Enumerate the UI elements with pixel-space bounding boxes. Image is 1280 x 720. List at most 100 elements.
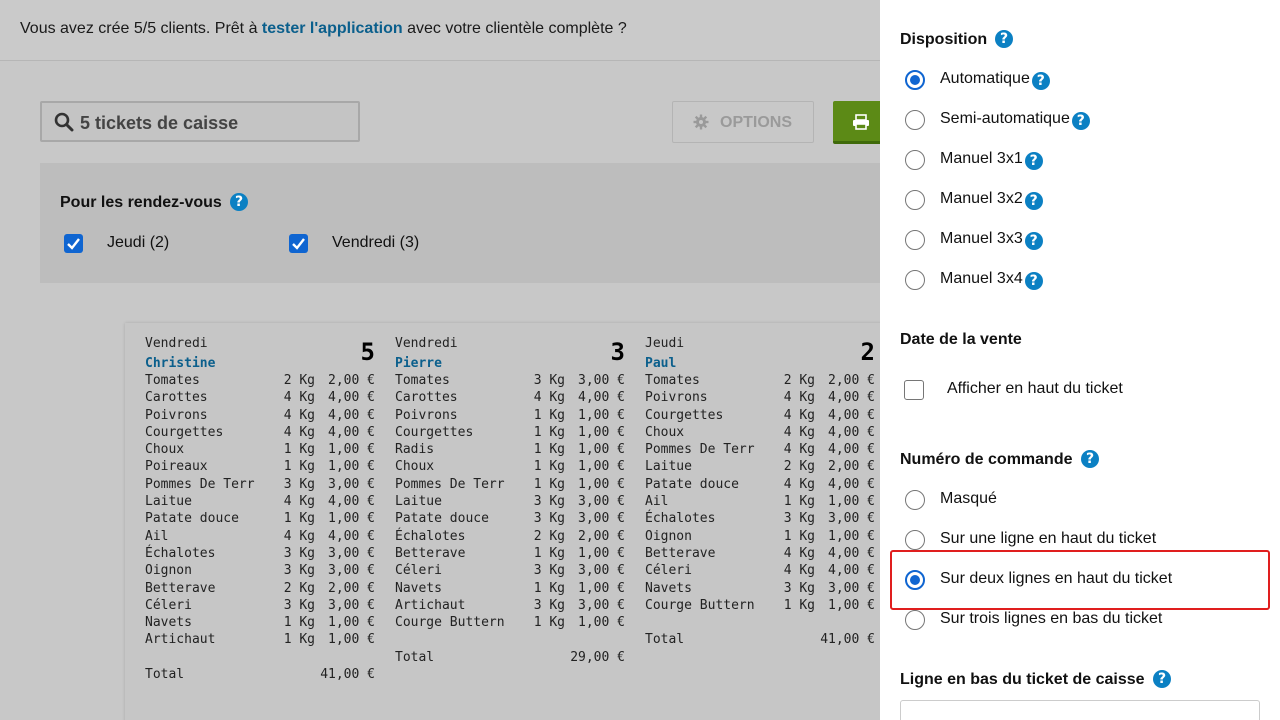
product-quantity: 4 Kg	[783, 424, 815, 440]
product-price: 1,00 €	[578, 545, 625, 561]
product-quantity: 3 Kg	[783, 511, 815, 527]
product-price: 3,00 €	[328, 545, 375, 561]
radio-disposition[interactable]	[905, 190, 925, 210]
radio-disposition[interactable]	[905, 270, 925, 290]
total-label: Total	[645, 632, 685, 648]
selection-highlight	[890, 550, 1270, 610]
test-app-link[interactable]: tester l'application	[262, 20, 403, 37]
product-quantity: 2 Kg	[783, 373, 815, 388]
radio-disposition[interactable]	[905, 150, 925, 170]
search-box[interactable]: 5 tickets de caisse	[40, 101, 360, 142]
product-price: 2,00 €	[328, 373, 375, 388]
help-icon[interactable]: ?	[1071, 112, 1090, 130]
product-price: 1,00 €	[328, 442, 375, 458]
product-price: 4,00 €	[828, 545, 875, 561]
product-quantity: 4 Kg	[283, 390, 315, 406]
product-name: Artichaut	[145, 632, 216, 648]
product-price: 2,00 €	[578, 528, 625, 544]
show-date-checkbox[interactable]	[904, 380, 924, 400]
radio-order-number[interactable]	[905, 530, 925, 550]
ticket-row: Pommes De Terr 1 Kg 1,00 €	[395, 477, 625, 494]
product-quantity: 3 Kg	[283, 476, 315, 492]
radio-disposition[interactable]	[905, 70, 925, 90]
ticket-row: Poivrons 4 Kg 4,00 €	[645, 390, 875, 407]
bottom-line-input[interactable]	[900, 700, 1260, 720]
product-price: 4,00 €	[828, 442, 875, 458]
product-price: 4,00 €	[328, 494, 375, 510]
product-name: Courge Buttern	[395, 615, 505, 631]
help-icon[interactable]: ?	[1153, 670, 1171, 688]
product-quantity: 1 Kg	[533, 459, 565, 475]
product-name: Tomates	[145, 373, 200, 388]
product-quantity: 1 Kg	[783, 494, 815, 510]
product-name: Céleri	[645, 563, 692, 579]
help-icon[interactable]: ?	[1031, 72, 1050, 90]
radio-label: Sur une ligne en haut du ticket	[940, 530, 1157, 547]
product-name: Pommes De Terr	[395, 476, 505, 492]
option-text: Manuel 3x4	[940, 270, 1023, 287]
product-name: Poivrons	[645, 390, 708, 406]
help-icon[interactable]: ?	[230, 193, 248, 211]
product-quantity: 4 Kg	[533, 390, 565, 406]
product-name: Navets	[145, 615, 192, 631]
product-price: 1,00 €	[828, 597, 875, 613]
product-name: Pommes De Terr	[645, 442, 755, 458]
ticket-row: Courgettes 4 Kg 4,00 €	[645, 408, 875, 425]
checkbox-vendredi[interactable]	[289, 234, 308, 253]
help-icon[interactable]: ?	[1024, 192, 1043, 210]
ticket-row: Patate douce 3 Kg 3,00 €	[395, 511, 625, 528]
product-price: 4,00 €	[828, 476, 875, 492]
product-quantity: 1 Kg	[533, 580, 565, 596]
radio-disposition[interactable]	[905, 110, 925, 130]
options-button[interactable]: OPTIONS	[672, 101, 814, 143]
radio-label: Manuel 3x4?	[940, 270, 1043, 290]
ticket-client-name: Christine	[145, 356, 216, 371]
product-name: Poivrons	[145, 407, 208, 423]
option-text: Manuel 3x1	[940, 150, 1023, 167]
product-quantity: 4 Kg	[783, 407, 815, 423]
option-text: Manuel 3x3	[940, 230, 1023, 247]
banner-text-before: Vous avez crée 5/5 clients. Prêt à	[20, 20, 262, 37]
help-icon[interactable]: ?	[995, 30, 1013, 48]
product-name: Carottes	[395, 390, 458, 406]
product-name: Échalotes	[645, 511, 716, 527]
product-quantity: 3 Kg	[533, 494, 565, 510]
product-name: Navets	[645, 580, 692, 596]
bottom-line-title: Ligne en bas du ticket de caisse	[900, 671, 1145, 688]
banner-text-after: avec votre clientèle complète ?	[402, 20, 627, 37]
help-icon[interactable]: ?	[1024, 272, 1043, 290]
ticket-number: 2	[860, 338, 875, 366]
options-sidebar: Disposition ? Automatique? Semi-automatiq…	[880, 0, 1280, 720]
ticket-client-name: Paul	[645, 356, 677, 371]
product-quantity: 1 Kg	[533, 476, 565, 492]
ticket-row: Choux 4 Kg 4,00 €	[645, 425, 875, 442]
radio-order-number[interactable]	[905, 610, 925, 630]
product-price: 4,00 €	[578, 390, 625, 406]
help-icon[interactable]: ?	[1081, 450, 1099, 468]
ticket-client-name: Pierre	[395, 356, 442, 371]
ticket-total-row: Total 29,00 €	[395, 650, 625, 667]
product-price: 3,00 €	[578, 494, 625, 510]
help-icon[interactable]: ?	[1024, 152, 1043, 170]
total-value: 41,00 €	[820, 632, 875, 648]
product-quantity: 2 Kg	[283, 373, 315, 388]
show-date-label: Afficher en haut du ticket	[947, 380, 1123, 397]
ticket-row: Betterave 4 Kg 4,00 €	[645, 546, 875, 563]
product-quantity: 3 Kg	[283, 545, 315, 561]
radio-order-number[interactable]	[905, 490, 925, 510]
ticket-row: Échalotes 3 Kg 3,00 €	[645, 511, 875, 528]
product-name: Courge Buttern	[645, 597, 755, 613]
ticket-row: Laitue 2 Kg 2,00 €	[645, 459, 875, 476]
radio-disposition[interactable]	[905, 230, 925, 250]
product-price: 4,00 €	[828, 407, 875, 423]
help-icon[interactable]: ?	[1024, 232, 1043, 250]
options-label: OPTIONS	[720, 114, 793, 131]
radio-label: Manuel 3x1?	[940, 150, 1043, 170]
product-quantity: 4 Kg	[783, 476, 815, 492]
product-price: 4,00 €	[328, 528, 375, 544]
checkbox-jeudi[interactable]	[64, 234, 83, 253]
product-name: Tomates	[395, 373, 450, 388]
product-quantity: 2 Kg	[283, 580, 315, 596]
product-quantity: 4 Kg	[783, 545, 815, 561]
option-text: Automatique	[940, 70, 1030, 87]
